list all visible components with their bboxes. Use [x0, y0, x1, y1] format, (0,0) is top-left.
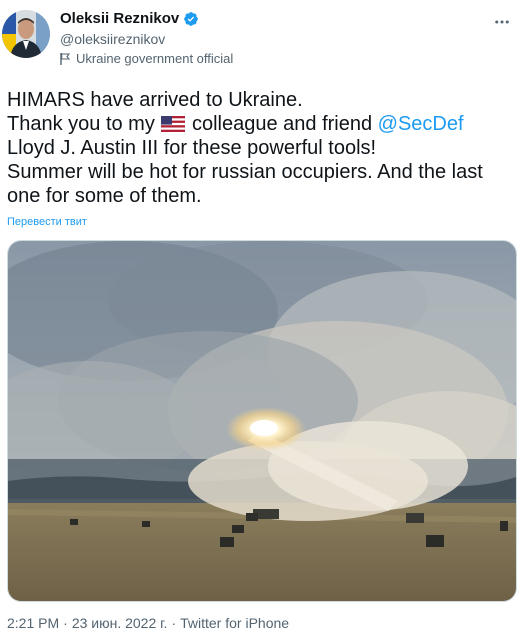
verified-badge-icon — [184, 12, 199, 26]
government-label: Ukraine government official — [60, 51, 233, 67]
tweet-meta: 2:21 PM · 23 июн. 2022 г. · Twitter for … — [7, 615, 289, 632]
more-options-button[interactable] — [488, 8, 516, 36]
tweet-source[interactable]: Twitter for iPhone — [180, 615, 289, 632]
himars-launch-photo — [8, 241, 516, 601]
tweet-line-2: Thank you to my colleague and friend @Se… — [7, 112, 527, 136]
author-handle[interactable]: @oleksiireznikov — [60, 31, 165, 48]
translate-tweet-link[interactable]: Перевести твит — [7, 216, 87, 228]
government-label-text: Ukraine government official — [76, 51, 234, 66]
avatar[interactable] — [2, 10, 50, 58]
tweet-line-3: Lloyd J. Austin III for these powerful t… — [7, 137, 377, 159]
author-name[interactable]: Oleksii Reznikov — [60, 10, 179, 28]
tweet-header: Oleksii Reznikov @oleksiireznikov Ukrain… — [0, 0, 532, 72]
us-flag-icon — [161, 116, 186, 132]
avatar-image — [2, 10, 50, 58]
tweet-line-2-start: Thank you to my — [7, 113, 155, 135]
name-row: Oleksii Reznikov — [60, 10, 199, 28]
more-icon — [495, 20, 509, 24]
tweet-date[interactable]: 23 июн. 2022 г. — [72, 615, 168, 632]
mention-link[interactable]: @SecDef — [378, 113, 464, 135]
tweet-line-4: Summer will be hot for russian occupiers… — [7, 161, 483, 183]
tweet-time[interactable]: 2:21 PM — [7, 615, 59, 632]
tweet-photo[interactable] — [7, 240, 517, 602]
tweet-line-5: one for some of them. — [7, 185, 202, 207]
flag-icon — [60, 53, 70, 65]
tweet-text: HIMARS have arrived to Ukraine. Thank yo… — [7, 88, 527, 208]
tweet-line-1: HIMARS have arrived to Ukraine. — [7, 89, 303, 111]
meta-separator: · — [63, 615, 68, 631]
tweet-line-2-end: colleague and friend — [186, 113, 378, 135]
meta-separator: · — [171, 615, 177, 631]
